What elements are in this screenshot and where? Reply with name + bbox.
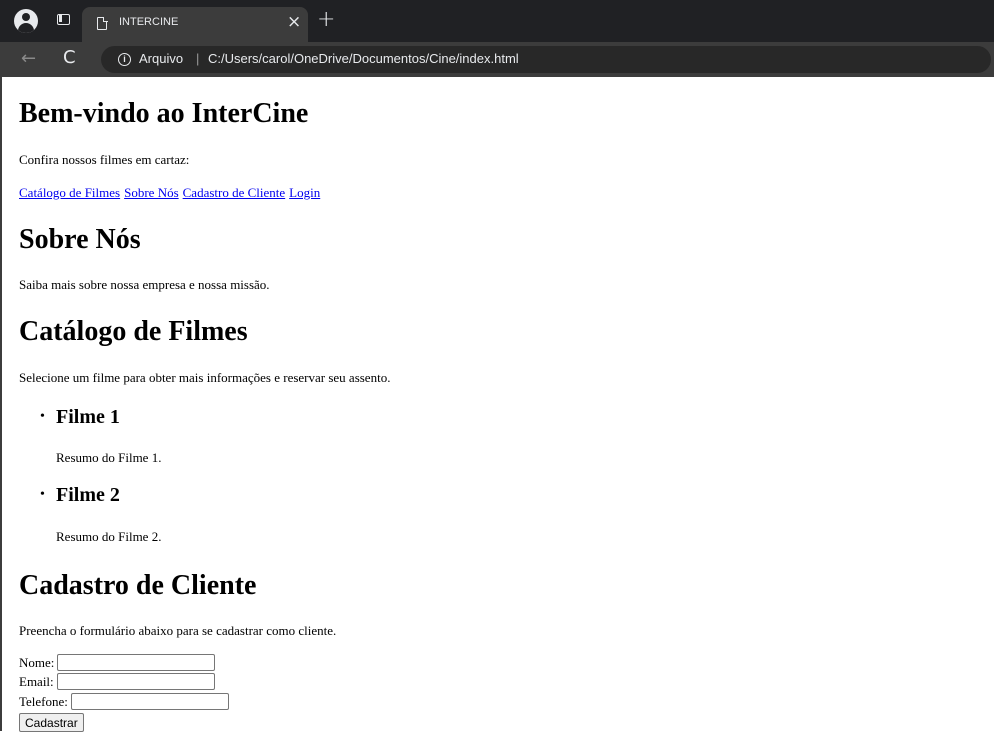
new-tab-icon[interactable]: + <box>317 9 335 31</box>
email-row: Email: <box>19 673 215 690</box>
email-field[interactable] <box>56 673 215 690</box>
phone-label: Telefone: <box>19 693 68 709</box>
movie-title-1: Filme 1 <box>56 406 120 428</box>
profile-avatar-icon[interactable] <box>14 9 38 33</box>
phone-field[interactable] <box>70 693 229 710</box>
movie-summary-1: Resumo do Filme 1. <box>56 450 162 465</box>
movie-summary-2: Resumo do Filme 2. <box>56 529 162 544</box>
signup-submit-button[interactable]: Cadastrar <box>19 713 84 732</box>
nav-link-catalogo[interactable]: Catálogo de Filmes <box>19 185 120 200</box>
address-separator: | <box>196 51 200 66</box>
movie-title-2: Filme 2 <box>56 484 120 506</box>
about-heading: Sobre Nós <box>19 224 141 255</box>
name-label: Nome: <box>19 654 55 670</box>
email-label: Email: <box>19 673 54 689</box>
signup-text: Preencha o formulário abaixo para se cad… <box>19 623 337 638</box>
nav-link-cadastro[interactable]: Cadastro de Cliente <box>183 185 286 200</box>
tab-title: INTERCINE <box>119 16 179 28</box>
browser-tab[interactable]: INTERCINE × <box>82 7 308 42</box>
intro-text: Confira nossos filmes em cartaz: <box>19 152 190 167</box>
nav-link-sobre[interactable]: Sobre Nós <box>124 185 179 200</box>
reload-icon[interactable]: C <box>63 47 76 68</box>
catalog-text: Selecione um filme para obter mais infor… <box>19 370 391 385</box>
main-nav: Catálogo de Filmes Sobre Nós Cadastro de C… <box>19 184 324 202</box>
site-info-icon[interactable]: i <box>118 53 131 66</box>
url-text[interactable]: C:/Users/carol/OneDrive/Documentos/Cine/… <box>208 51 519 66</box>
page-title: Bem-vindo ao InterCine <box>19 98 309 129</box>
catalog-heading: Catálogo de Filmes <box>19 316 248 347</box>
close-tab-icon[interactable]: × <box>287 12 301 32</box>
list-bullet: • <box>40 409 45 424</box>
list-bullet: • <box>40 487 45 502</box>
tab-actions-icon[interactable] <box>57 14 70 25</box>
browser-tab-strip: INTERCINE × + <box>0 0 994 42</box>
name-row: Nome: <box>19 654 216 671</box>
page-file-icon <box>97 16 108 30</box>
about-text: Saiba mais sobre nossa empresa e nossa m… <box>19 277 270 292</box>
phone-row: Telefone: <box>19 693 229 710</box>
name-field[interactable] <box>57 654 216 671</box>
nav-link-login[interactable]: Login <box>289 185 320 200</box>
web-page: Bem-vindo ao InterCine Confira nossos fi… <box>0 77 994 732</box>
signup-heading: Cadastro de Cliente <box>19 570 257 601</box>
browser-toolbar: ← C i Arquivo | C:/Users/carol/OneDrive/… <box>0 42 994 77</box>
address-bar[interactable]: i Arquivo | C:/Users/carol/OneDrive/Docu… <box>101 46 991 73</box>
back-arrow-icon[interactable]: ← <box>21 48 36 69</box>
scheme-label: Arquivo <box>139 51 184 66</box>
